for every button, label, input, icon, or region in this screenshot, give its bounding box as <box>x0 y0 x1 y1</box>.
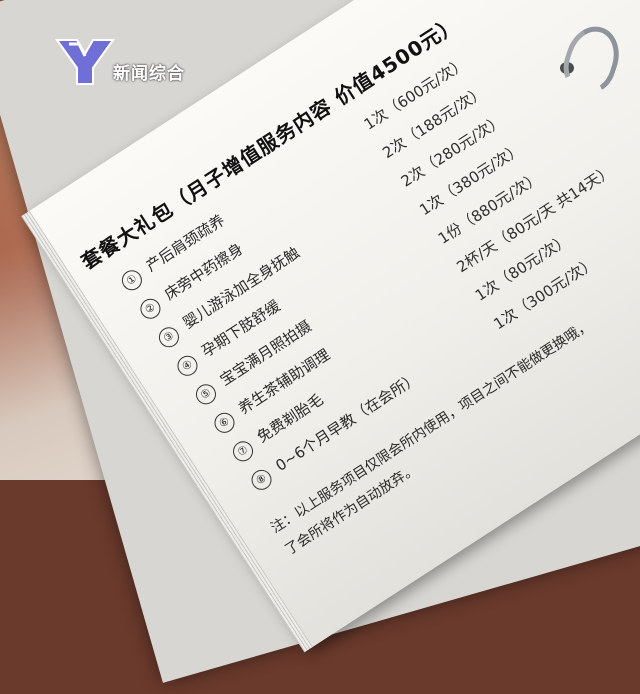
item-number: ② <box>136 294 165 323</box>
price-page: 套餐大礼包（月子增值服务内容 价值4500元） ① 产后肩颈疏养 1次（600元… <box>21 0 640 653</box>
item-number: ③ <box>155 323 183 352</box>
item-number: ⑥ <box>210 408 239 437</box>
item-number: ① <box>118 266 146 295</box>
item-number: ⑦ <box>229 437 257 466</box>
channel-logo: 新闻综合 <box>55 38 205 86</box>
y-logo-icon <box>55 39 115 85</box>
item-number: ⑤ <box>192 380 220 409</box>
page-stack: 套餐大礼包（月子增值服务内容 价值4500元） ① 产后肩颈疏养 1次（600元… <box>0 0 640 683</box>
channel-name: 新闻综合 <box>113 64 185 84</box>
item-number: ④ <box>173 351 202 380</box>
